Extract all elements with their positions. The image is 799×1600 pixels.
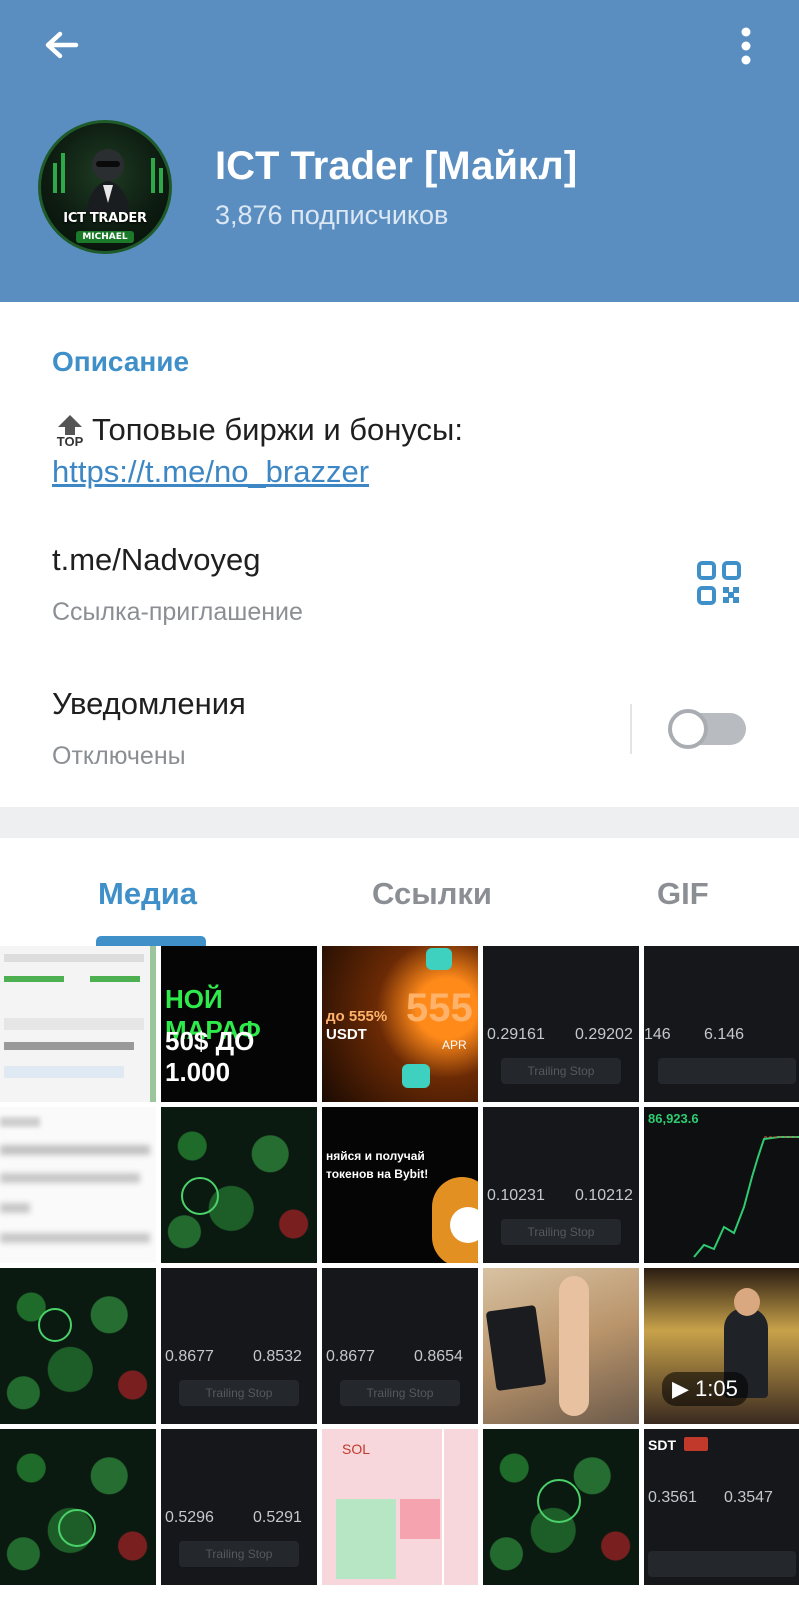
media-thumbnail[interactable]: ▶ 1:05 <box>644 1268 799 1424</box>
price-value: 0.5296 <box>165 1509 214 1526</box>
avatar-title: ICT TRADER <box>63 211 147 226</box>
arrow-left-icon <box>45 31 79 59</box>
invite-link-caption: Ссылка-приглашение <box>52 598 303 626</box>
banner-text: 555 <box>406 986 473 1030</box>
price-value: 0.8654 <box>414 1348 463 1365</box>
avatar-subtitle: MICHAEL <box>76 231 134 243</box>
more-vertical-icon <box>741 27 751 65</box>
more-options-button[interactable] <box>726 22 766 72</box>
qr-code-button[interactable] <box>696 560 742 606</box>
media-tabs: Медиа Ссылки GIF <box>0 838 799 946</box>
media-thumbnail[interactable]: 0.8677 0.8654 Trailing Stop <box>322 1268 478 1424</box>
banner-text: APR <box>442 1038 467 1052</box>
price-value: 0.8677 <box>165 1348 214 1365</box>
media-thumbnail[interactable] <box>483 1429 639 1585</box>
shared-media-section: Медиа Ссылки GIF НОЙ МАРАФ 50$ ДО 1.000 … <box>0 838 799 1600</box>
price-value: 6.146 <box>704 1026 745 1043</box>
price-value: 0.8677 <box>326 1348 375 1365</box>
price-value: 0.3547 <box>724 1489 773 1506</box>
description-text: Топовые биржи и бонусы: <box>92 412 463 447</box>
pair-label: SDT <box>648 1437 676 1453</box>
active-tab-indicator <box>96 936 206 946</box>
description-link[interactable]: https://t.me/no_brazzer <box>52 454 369 490</box>
media-thumbnail[interactable]: НОЙ МАРАФ 50$ ДО 1.000 <box>161 946 317 1102</box>
price-chart-icon <box>693 1136 799 1258</box>
media-thumbnail[interactable]: няйся и получай токенов на Bybit! <box>322 1107 478 1263</box>
media-thumbnail[interactable]: 0.29161 0.29202 Trailing Stop <box>483 946 639 1102</box>
toggle-knob <box>668 709 708 749</box>
media-thumbnail[interactable] <box>0 1268 156 1424</box>
channel-header: ICT TRADER MICHAEL ICT Trader [Майкл] 3,… <box>0 0 799 302</box>
description-text-line: TOP Топовые биржи и бонусы: <box>52 412 463 448</box>
media-thumbnail[interactable]: 0.8677 0.8532 Trailing Stop <box>161 1268 317 1424</box>
price-value: 0.10231 <box>487 1187 545 1204</box>
media-thumbnail[interactable] <box>161 1107 317 1263</box>
notifications-status: Отключены <box>52 742 186 770</box>
video-duration: ▶ 1:05 <box>662 1372 748 1406</box>
tab-links[interactable]: Ссылки <box>372 876 492 912</box>
banner-text: до 555% <box>326 1008 388 1025</box>
tab-media[interactable]: Медиа <box>98 876 197 912</box>
notifications-toggle[interactable] <box>668 709 746 749</box>
media-thumbnail[interactable]: SDT 0.3561 0.3547 <box>644 1429 799 1585</box>
back-button[interactable] <box>36 22 86 72</box>
media-thumbnail[interactable]: до 555% USDT 555 APR <box>322 946 478 1102</box>
price-value: 0.10212 <box>575 1187 633 1204</box>
media-thumbnail[interactable] <box>0 1429 156 1585</box>
price-value: 0.8532 <box>253 1348 302 1365</box>
channel-title: ICT Trader [Майкл] <box>215 144 578 188</box>
price-value: 0.5291 <box>253 1509 302 1526</box>
qr-code-icon <box>697 561 741 605</box>
trailing-stop-label: Trailing Stop <box>501 1058 621 1084</box>
media-thumbnail[interactable]: 146 6.146 <box>644 946 799 1102</box>
trailing-stop-label: Trailing Stop <box>179 1380 299 1406</box>
media-thumbnail[interactable]: 0.5296 0.5291 Trailing Stop <box>161 1429 317 1585</box>
media-thumbnail[interactable]: 0.10231 0.10212 Trailing Stop <box>483 1107 639 1263</box>
trailing-stop-label: Trailing Stop <box>501 1219 621 1245</box>
banner-text: 50$ ДО 1.000 <box>165 1026 255 1087</box>
price-value: 0.3561 <box>648 1489 697 1506</box>
banner-text: USDT <box>326 1026 367 1043</box>
description-label: Описание <box>52 346 190 377</box>
media-thumbnail[interactable]: SOL <box>322 1429 478 1585</box>
trailing-stop-label: Trailing Stop <box>340 1380 460 1406</box>
heatmap-label: SOL <box>342 1441 371 1457</box>
banner-text: няйся и получай токенов на Bybit! <box>326 1149 429 1181</box>
media-thumbnail[interactable]: 86,923.6 <box>644 1107 799 1263</box>
play-icon: ▶ <box>672 1376 689 1401</box>
invite-link[interactable]: t.me/Nadvoyeg <box>52 542 261 578</box>
media-thumbnail[interactable] <box>483 1268 639 1424</box>
subscriber-count: 3,876 подписчиков <box>215 200 449 230</box>
top-icon: TOP <box>52 415 88 448</box>
notifications-title: Уведомления <box>52 686 246 721</box>
channel-info-card: Описание TOP Топовые биржи и бонусы: htt… <box>0 302 799 807</box>
media-thumbnail[interactable] <box>0 1107 156 1263</box>
notifications-divider <box>630 704 632 754</box>
price-value: 0.29161 <box>487 1026 545 1043</box>
trailing-stop-label: Trailing Stop <box>179 1541 299 1567</box>
media-thumbnail[interactable] <box>0 946 156 1102</box>
price-value: 146 <box>644 1026 671 1043</box>
price-value: 0.29202 <box>575 1026 633 1043</box>
tab-gif[interactable]: GIF <box>657 876 709 912</box>
channel-avatar[interactable]: ICT TRADER MICHAEL <box>38 120 172 254</box>
